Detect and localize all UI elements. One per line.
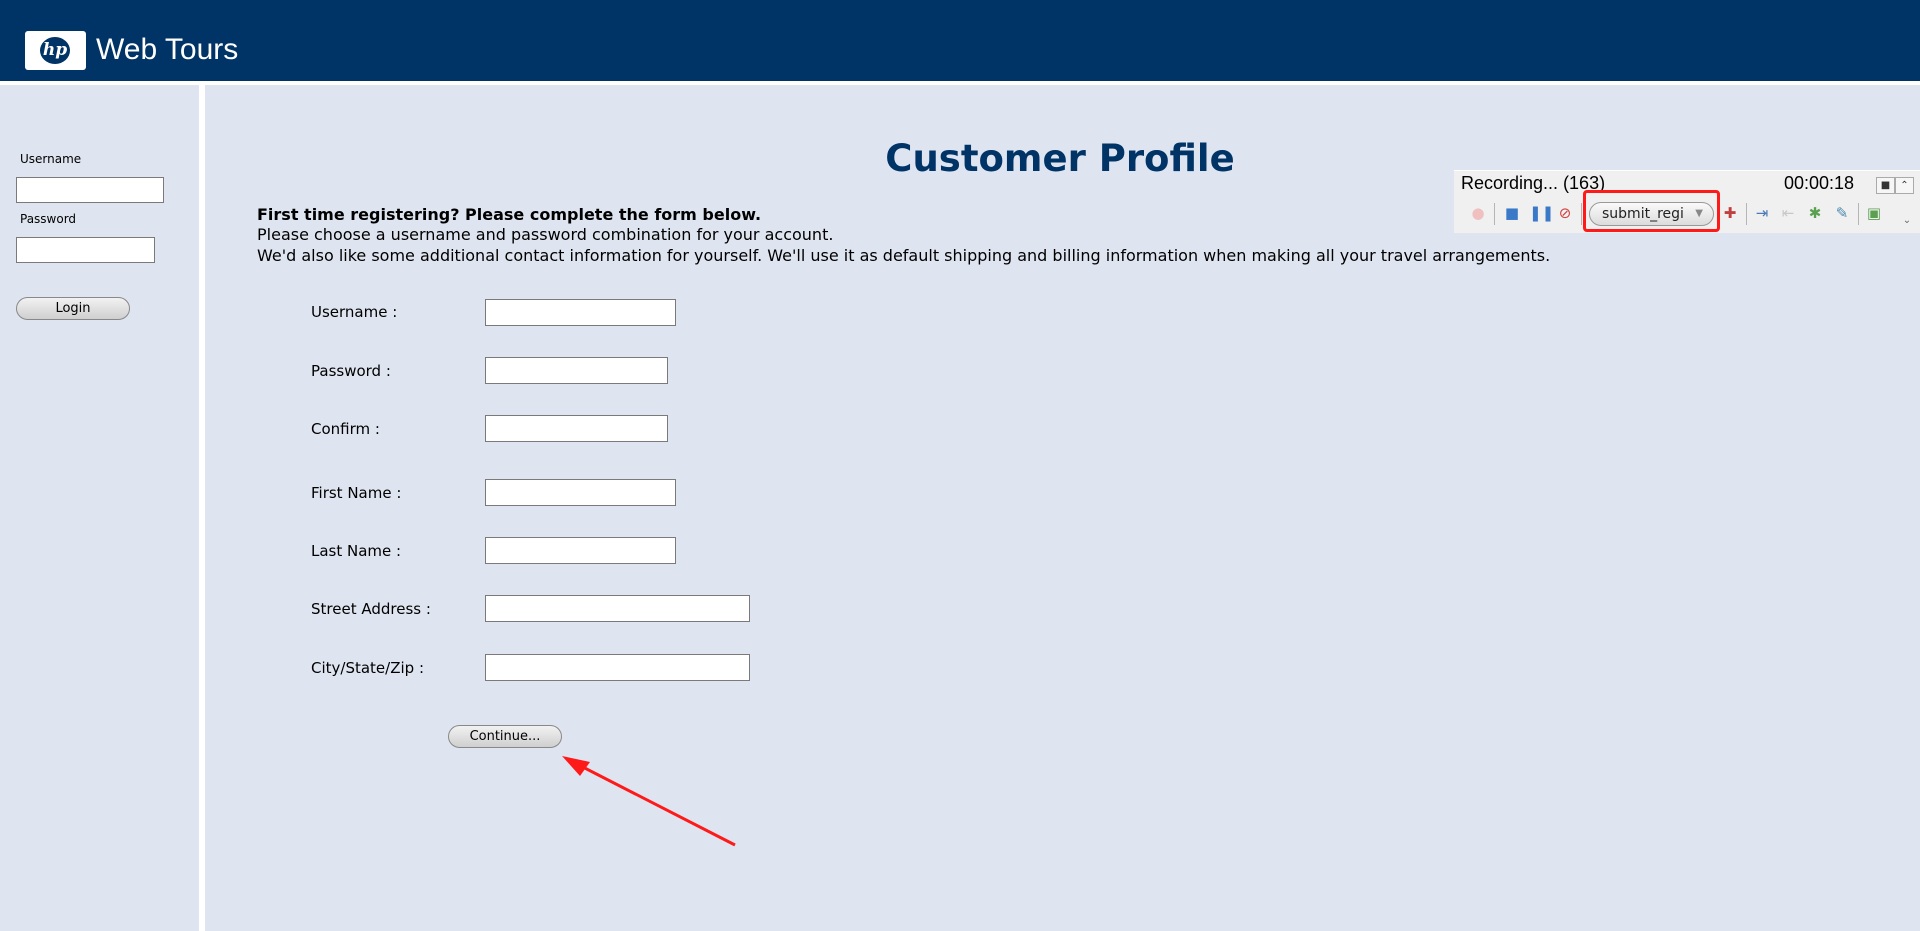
arrow-head bbox=[562, 756, 590, 776]
annotation-arrow bbox=[562, 756, 736, 847]
arrow-shaft bbox=[574, 761, 736, 847]
